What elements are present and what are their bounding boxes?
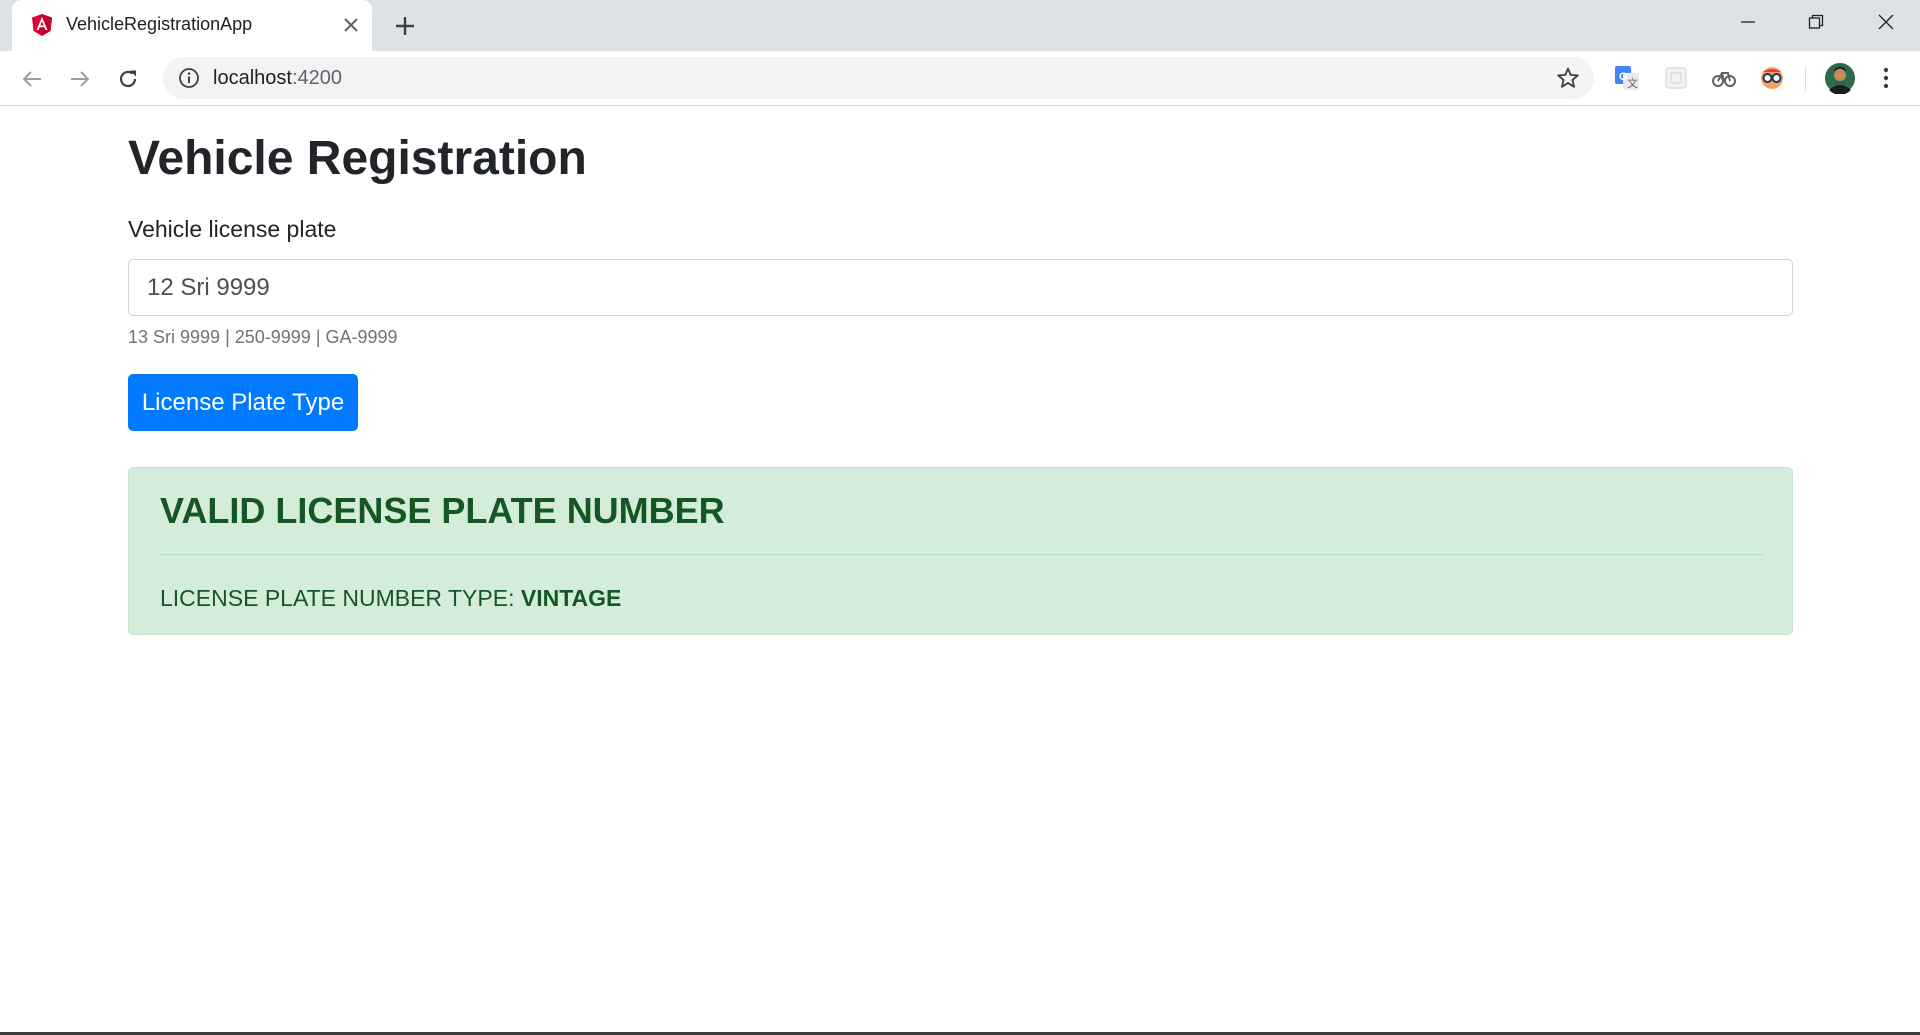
license-plate-type-button[interactable]: License Plate Type [128, 374, 358, 431]
translate-icon[interactable]: G 文 [1613, 64, 1641, 92]
alert-heading: VALID LICENSE PLATE NUMBER [160, 490, 725, 531]
result-alert: VALID LICENSE PLATE NUMBER LICENSE PLATE… [128, 467, 1793, 635]
minimize-icon[interactable] [1714, 0, 1782, 44]
close-icon[interactable] [338, 12, 364, 38]
help-text: 13 Sri 9999 | 250-9999 | GA-9999 [128, 327, 398, 347]
url-text[interactable]: localhost:4200 [213, 67, 342, 90]
license-plate-label: Vehicle license plate [128, 216, 337, 242]
plus-icon[interactable] [390, 11, 420, 41]
browser-tab[interactable]: VehicleRegistrationApp [12, 0, 372, 51]
url-port: :4200 [291, 67, 342, 89]
license-plate-input[interactable] [128, 259, 1793, 316]
extension-icon[interactable] [1662, 64, 1690, 92]
plate-type-value: VINTAGE [520, 585, 622, 611]
glasses-icon[interactable] [1758, 64, 1786, 92]
avatar[interactable] [1824, 62, 1856, 94]
address-bar[interactable]: localhost:4200 [163, 57, 1594, 99]
url-host: localhost [213, 67, 292, 89]
browser-toolbar: localhost:4200 G 文 [0, 51, 1920, 106]
toolbar-divider [1805, 67, 1806, 91]
kebab-icon[interactable] [1872, 64, 1900, 92]
restore-icon[interactable] [1782, 0, 1850, 44]
svg-text:文: 文 [1627, 76, 1638, 90]
star-icon[interactable] [1556, 66, 1580, 90]
arrow-right-icon[interactable] [65, 64, 95, 94]
arrow-left-icon[interactable] [17, 64, 47, 94]
page-title: Vehicle Registration [128, 132, 587, 185]
plate-type-label: LICENSE PLATE NUMBER TYPE: [160, 585, 521, 611]
tab-title: VehicleRegistrationApp [66, 14, 253, 34]
angular-icon [30, 13, 54, 37]
close-icon[interactable] [1852, 0, 1920, 44]
reload-icon[interactable] [113, 64, 143, 94]
browser-titlebar: VehicleRegistrationApp [0, 0, 1920, 51]
bicycle-icon[interactable] [1710, 64, 1738, 92]
info-icon[interactable] [178, 67, 200, 89]
alert-divider [160, 554, 1763, 555]
alert-body: LICENSE PLATE NUMBER TYPE: VINTAGE [160, 585, 621, 612]
